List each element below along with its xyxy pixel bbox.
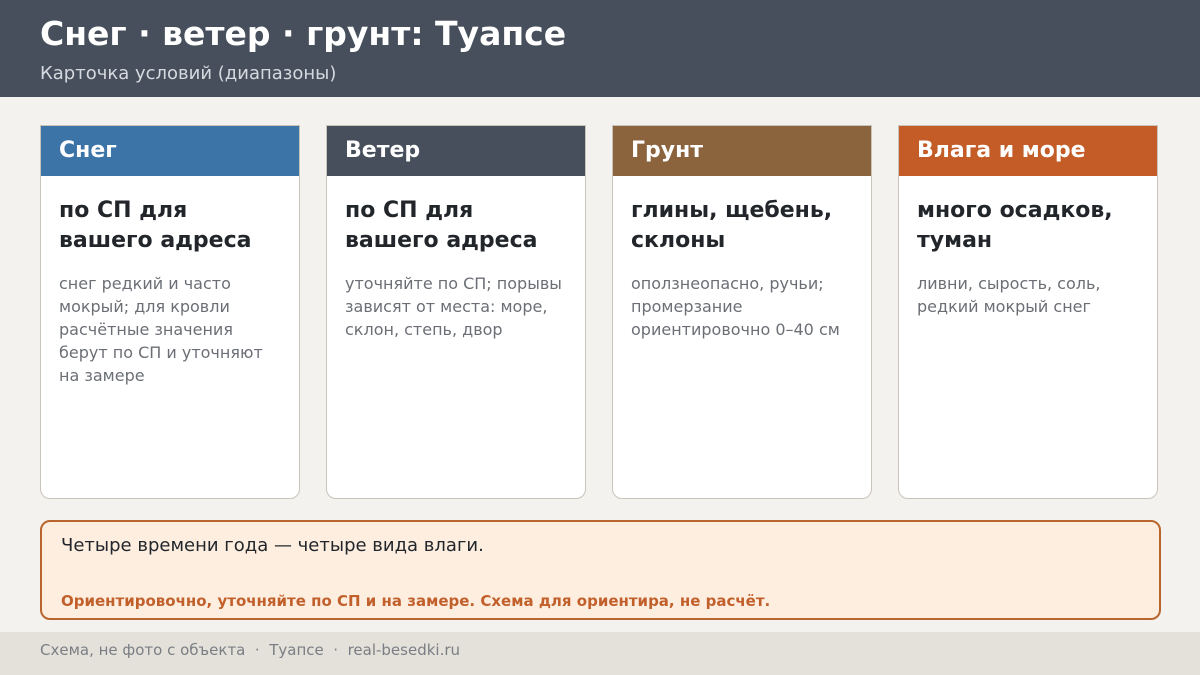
card-moisture-title: Влага и море xyxy=(899,126,1157,176)
card-wind-desc: уточняйте по СП; порывы зависят от места… xyxy=(345,274,562,339)
card-soil-main: глины, щебень, склоны xyxy=(631,198,833,253)
page-title: Снег · ветер · грунт: Туапсе xyxy=(40,14,567,53)
card-wind-title: Ветер xyxy=(327,126,585,176)
card-soil-title: Грунт xyxy=(613,126,871,176)
note-box: Четыре времени года — четыре вида влаги.… xyxy=(40,520,1161,620)
card-soil: Грунт глины, щебень, склоны оползнеопасн… xyxy=(612,125,872,499)
note-warning: Ориентировочно, уточняйте по СП и на зам… xyxy=(61,592,771,610)
card-soil-desc: оползнеопасно, ручьи; промерзание ориент… xyxy=(631,274,840,339)
card-moisture: Влага и море много осадков, туман ливни,… xyxy=(898,125,1158,499)
card-moisture-main: много осадков, туман xyxy=(917,198,1113,253)
card-snow-main: по СП для вашего адреса xyxy=(59,198,252,253)
card-wind-main: по СП для вашего адреса xyxy=(345,198,538,253)
footer-line: Схема, не фото с объекта · Туапсе · real… xyxy=(40,641,461,659)
page-subtitle: Карточка условий (диапазоны) xyxy=(40,63,337,84)
card-wind: Ветер по СП для вашего адреса уточняйте … xyxy=(326,125,586,499)
footer: Схема, не фото с объекта · Туапсе · real… xyxy=(0,632,1200,675)
header: Снег · ветер · грунт: Туапсе Карточка ус… xyxy=(0,0,1200,97)
note-text: Четыре времени года — четыре вида влаги. xyxy=(61,535,484,556)
card-moisture-desc: ливни, сырость, соль, редкий мокрый снег xyxy=(917,274,1101,316)
card-snow: Снег по СП для вашего адреса снег редкий… xyxy=(40,125,300,499)
card-snow-title: Снег xyxy=(41,126,299,176)
card-snow-desc: снег редкий и часто мокрый; для кровли р… xyxy=(59,274,263,385)
